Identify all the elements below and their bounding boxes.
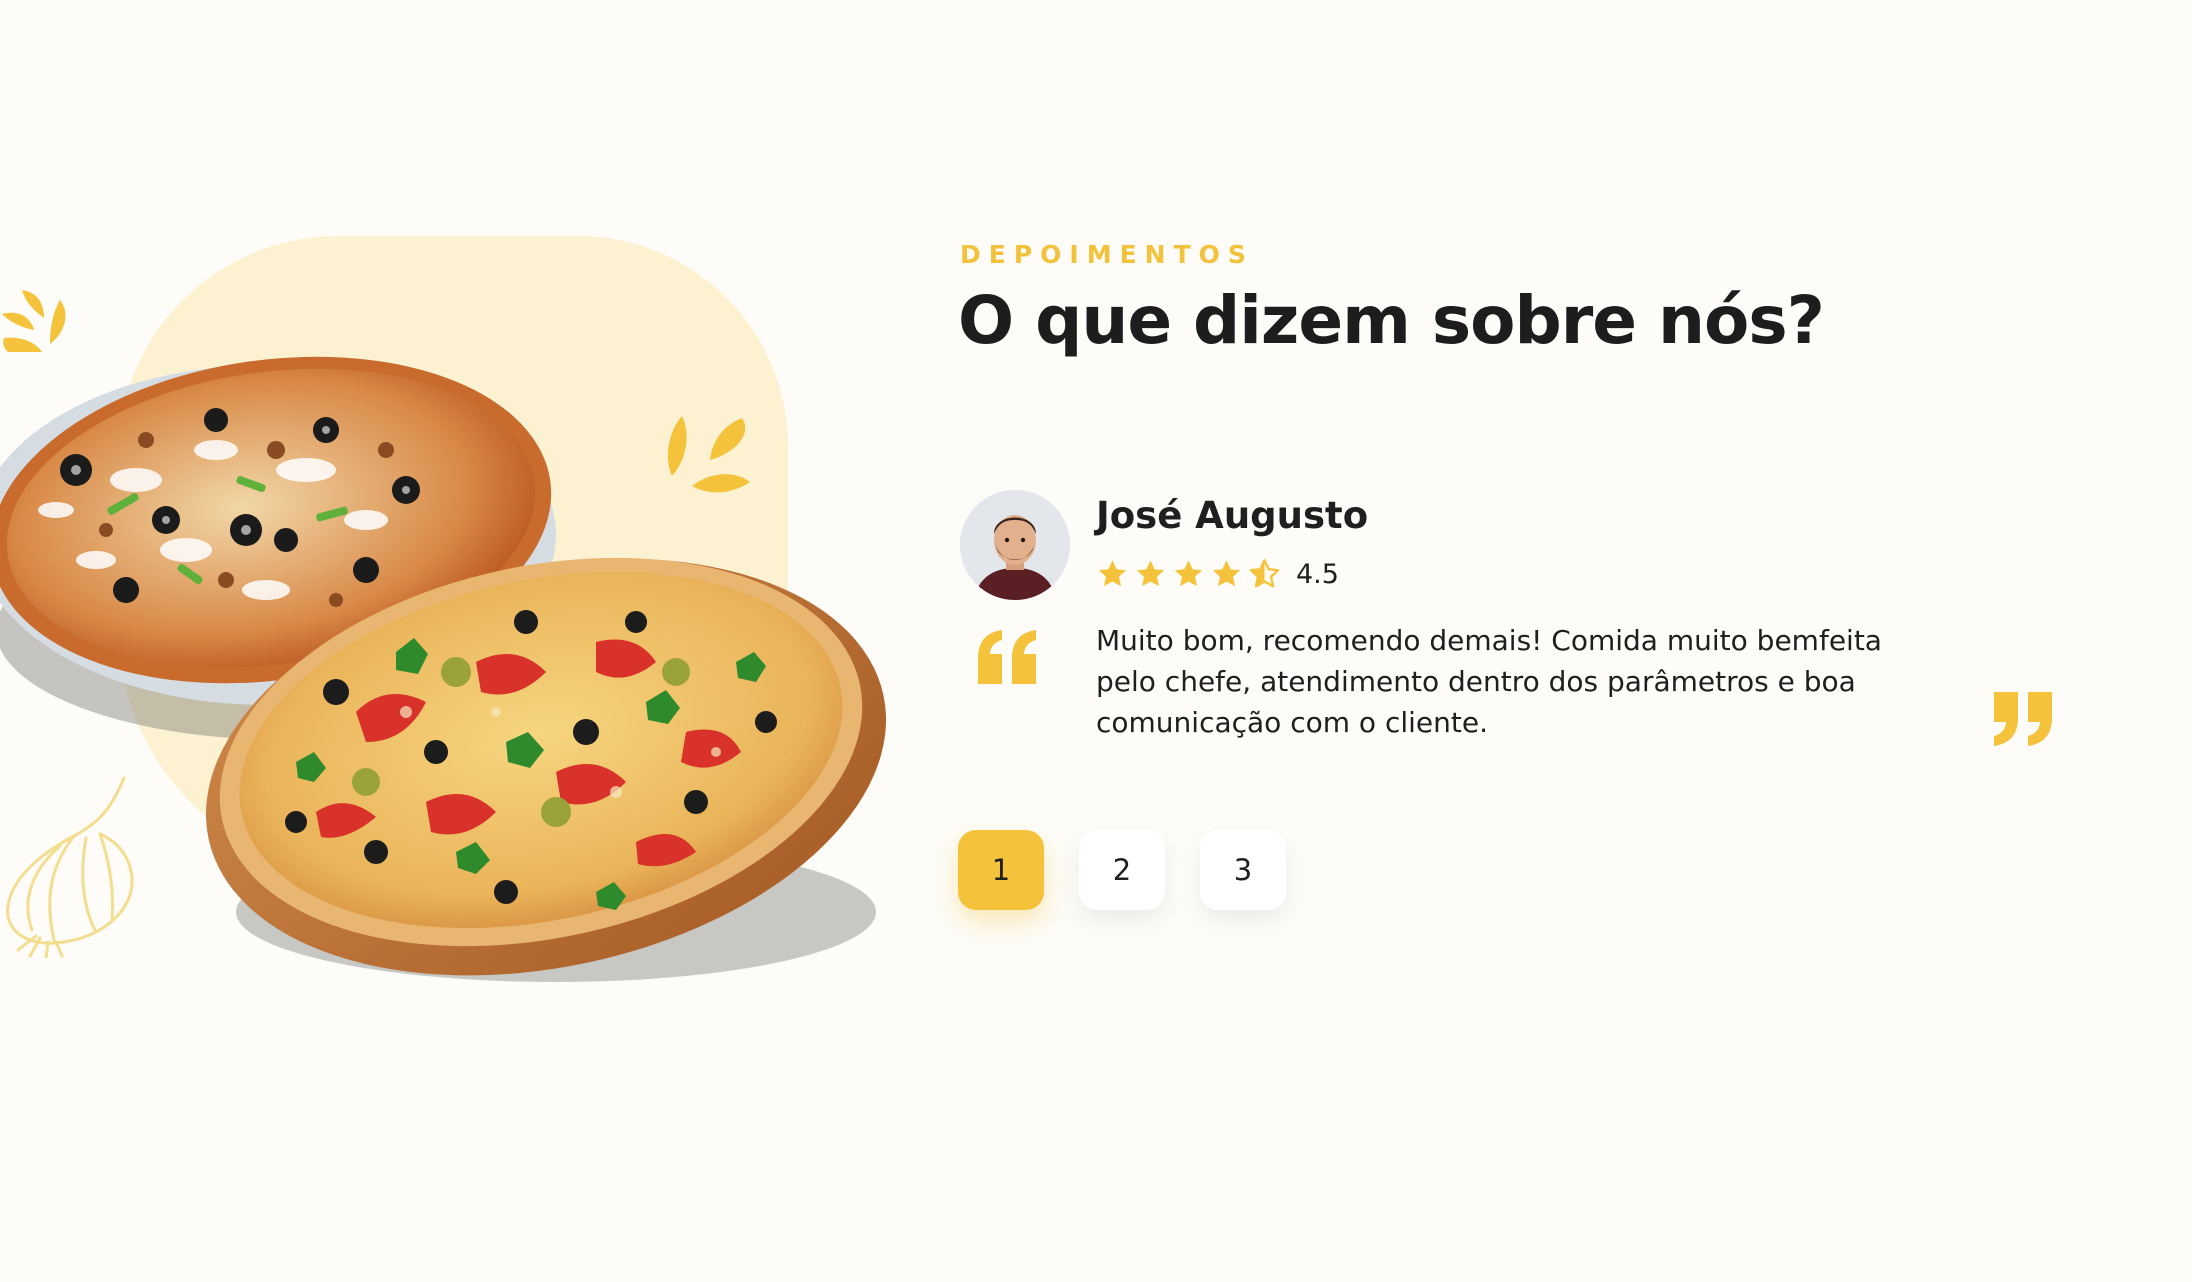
testimonials-section: DEPOIMENTOS O que dizem sobre nós? José … xyxy=(0,0,2192,1282)
splash-icon xyxy=(667,416,750,493)
avatar-icon xyxy=(960,490,1070,600)
reviewer-avatar xyxy=(960,490,1070,600)
quote-close-icon xyxy=(1994,692,2052,746)
testimonial-pagination: 1 2 3 xyxy=(958,830,1321,910)
page-button-3[interactable]: 3 xyxy=(1200,830,1286,910)
review-text: Muito bom, recomendo demais! Comida muit… xyxy=(1096,624,1882,739)
star-full-icon xyxy=(1136,560,1165,587)
star-full-icon xyxy=(1098,560,1127,587)
page-button-2[interactable]: 2 xyxy=(1079,830,1165,910)
star-full-icon xyxy=(1174,560,1203,587)
pizza-image xyxy=(205,557,887,982)
star-half-icon xyxy=(1249,559,1280,588)
star-rating: 4.5 xyxy=(1096,558,1339,590)
star-full-icon xyxy=(1212,560,1241,587)
testimonial-content: DEPOIMENTOS O que dizem sobre nós? José … xyxy=(958,0,2118,1000)
reviewer-name: José Augusto xyxy=(1096,494,1369,537)
onion-icon xyxy=(6,776,134,958)
section-title: O que dizem sobre nós? xyxy=(958,282,1825,359)
rating-value: 4.5 xyxy=(1296,558,1339,590)
section-eyebrow: DEPOIMENTOS xyxy=(960,240,1254,269)
pizza-visual xyxy=(0,0,920,1000)
page-button-1[interactable]: 1 xyxy=(958,830,1044,910)
quote-open-icon xyxy=(978,630,1036,684)
